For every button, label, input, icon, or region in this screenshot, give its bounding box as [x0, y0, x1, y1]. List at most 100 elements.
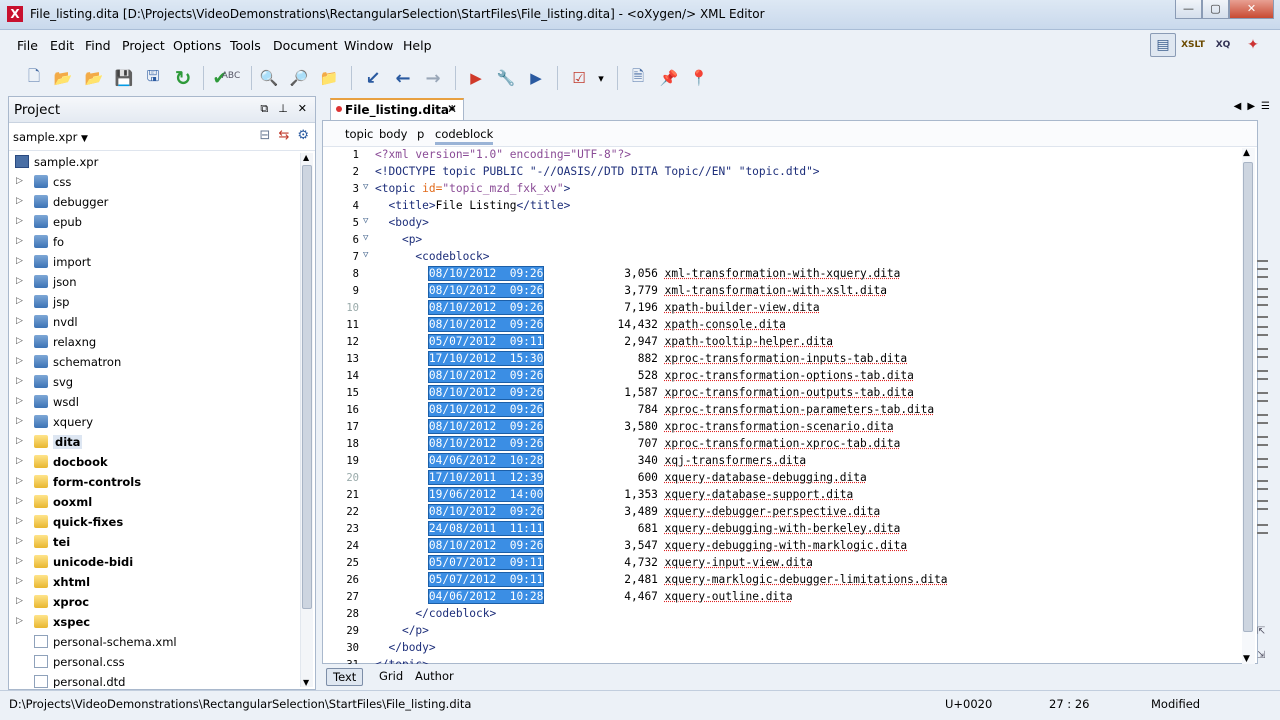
editor-perspective-icon[interactable]: ▤ [1150, 33, 1176, 57]
previous-tab-icon[interactable]: ◀ [1234, 101, 1242, 112]
code-line[interactable]: 3 ▽ <topic id="topic_mzd_fxk_xv"> [323, 182, 1243, 199]
collapse-all-icon[interactable]: ⊟ [260, 128, 271, 143]
dropdown-arrow-icon[interactable]: ▾ [594, 68, 608, 88]
rectangular-selection[interactable]: 04/06/2012 10:28 [427, 453, 545, 468]
configure-transformation-icon[interactable]: 🔧 [496, 68, 516, 88]
menu-document[interactable]: Document [273, 38, 338, 53]
code-line[interactable]: 24 08/10/2012 09:26 3,547 xquery-debuggi… [323, 538, 1243, 556]
tree-item[interactable]: ▷ ooxml [9, 492, 301, 512]
tree-item[interactable]: ▷ dita [9, 432, 301, 452]
tree-item[interactable]: ▷ docbook [9, 452, 301, 472]
scroll-down-arrow[interactable]: ▼ [1243, 654, 1250, 664]
tree-item[interactable]: ▷ tei [9, 532, 301, 552]
ruler-marker[interactable] [1257, 488, 1268, 490]
code-line[interactable]: 30 </body> [323, 641, 1243, 658]
save-all-icon[interactable]: 🖫 [143, 67, 163, 88]
breadcrumb-p[interactable]: p [417, 127, 424, 141]
code-line[interactable]: 12 05/07/2012 09:11 2,947 xpath-tooltip-… [323, 334, 1243, 352]
ruler-marker[interactable] [1257, 458, 1268, 460]
fold-toggle-icon[interactable]: ▽ [363, 233, 368, 243]
ruler-marker[interactable] [1257, 508, 1268, 510]
pin-panel-icon[interactable]: ⊥ [278, 102, 288, 116]
pin-green-icon[interactable]: 📍 [689, 68, 709, 88]
ruler-marker[interactable] [1257, 260, 1268, 262]
new-file-icon[interactable]: 🗋 [24, 67, 44, 88]
code-area[interactable]: 1 <?xml version="1.0" encoding="UTF-8"?> 2… [323, 148, 1243, 664]
rectangular-selection[interactable]: 17/10/2011 12:39 [427, 470, 545, 485]
tree-item[interactable]: ▷ quick-fixes [9, 512, 301, 532]
text-mode-tab[interactable]: Text [326, 668, 364, 686]
overview-arrow-icon[interactable]: ⇲ [1257, 650, 1265, 661]
tree-item[interactable]: ▷ xhtml [9, 572, 301, 592]
expand-arrow-icon[interactable]: ▷ [16, 216, 23, 226]
rectangular-selection[interactable]: 08/10/2012 09:26 [427, 300, 545, 315]
ruler-marker[interactable] [1257, 392, 1268, 394]
code-line[interactable]: 23 24/08/2011 11:11 681 xquery-debugging… [323, 521, 1243, 539]
menu-edit[interactable]: Edit [50, 38, 74, 53]
rectangular-selection[interactable]: 24/08/2011 11:11 [427, 521, 545, 536]
ruler-marker[interactable] [1257, 296, 1268, 298]
code-line[interactable]: 18 08/10/2012 09:26 707 xproc-transforma… [323, 436, 1243, 454]
ruler-marker[interactable] [1257, 356, 1268, 358]
find-in-files-icon[interactable]: 🔎 [289, 68, 309, 88]
link-with-editor-icon[interactable]: ⇆ [278, 128, 289, 143]
ruler-marker[interactable] [1257, 480, 1268, 482]
code-line[interactable]: 13 17/10/2012 15:30 882 xproc-transforma… [323, 351, 1243, 369]
expand-arrow-icon[interactable]: ▷ [16, 576, 23, 586]
fold-toggle-icon[interactable]: ▽ [363, 250, 368, 260]
tree-item[interactable]: personal.css [9, 652, 301, 672]
scroll-up-arrow[interactable]: ▲ [303, 153, 309, 162]
scroll-thumb[interactable] [302, 165, 312, 609]
minimize-button[interactable]: — [1175, 0, 1202, 19]
tab-list-icon[interactable]: ☰ [1261, 101, 1270, 112]
close-tab-icon[interactable]: ✕ [447, 102, 457, 116]
tree-item[interactable]: sample.xpr [9, 152, 301, 172]
ruler-marker[interactable] [1257, 370, 1268, 372]
ruler-marker[interactable] [1257, 334, 1268, 336]
maximize-button[interactable]: ▢ [1202, 0, 1229, 19]
editor-tab-file-listing[interactable]: File_listing.dita* ✕ [330, 98, 464, 120]
rectangular-selection[interactable]: 08/10/2012 09:26 [427, 419, 545, 434]
expand-arrow-icon[interactable]: ▷ [16, 536, 23, 546]
tree-item[interactable]: ▷ json [9, 272, 301, 292]
menu-options[interactable]: Options [173, 38, 221, 53]
xquery-debugger-perspective-icon[interactable]: XQ [1210, 33, 1236, 57]
code-line[interactable]: 14 08/10/2012 09:26 528 xproc-transforma… [323, 368, 1243, 386]
rectangular-selection[interactable]: 08/10/2012 09:26 [427, 402, 545, 417]
find-icon[interactable]: 🔍 [259, 68, 279, 88]
close-button[interactable]: ✕ [1229, 0, 1274, 19]
ruler-marker[interactable] [1257, 422, 1268, 424]
code-line[interactable]: 5 ▽ <body> [323, 216, 1243, 233]
database-perspective-icon[interactable]: ✦ [1240, 33, 1266, 57]
reload-icon[interactable]: ↻ [173, 66, 193, 90]
author-mode-tab[interactable]: Author [409, 668, 460, 686]
code-line[interactable]: 25 05/07/2012 09:11 4,732 xquery-input-v… [323, 555, 1243, 573]
rectangular-selection[interactable]: 04/06/2012 10:28 [427, 589, 545, 604]
tree-item[interactable]: ▷ unicode-bidi [9, 552, 301, 572]
menu-project[interactable]: Project [122, 38, 165, 53]
open-url-icon[interactable]: 📂 [84, 68, 104, 88]
ruler-marker[interactable] [1257, 532, 1268, 534]
tree-item[interactable]: ▷ svg [9, 372, 301, 392]
ruler-marker[interactable] [1257, 304, 1268, 306]
rectangular-selection[interactable]: 08/10/2012 09:26 [427, 266, 545, 281]
ruler-marker[interactable] [1257, 500, 1268, 502]
code-line[interactable]: 22 08/10/2012 09:26 3,489 xquery-debugge… [323, 504, 1243, 522]
go-to-icon[interactable]: ↙ [363, 68, 383, 89]
rectangular-selection[interactable]: 08/10/2012 09:26 [427, 504, 545, 519]
gear-icon[interactable]: ⚙ [297, 128, 309, 143]
tree-item[interactable]: ▷ xquery [9, 412, 301, 432]
code-line[interactable]: 8 08/10/2012 09:26 3,056 xml-transformat… [323, 266, 1243, 284]
code-line[interactable]: 26 05/07/2012 09:11 2,481 xquery-marklog… [323, 572, 1243, 590]
document-icon[interactable]: 🗎 [628, 67, 648, 88]
code-line[interactable]: 20 17/10/2011 12:39 600 xquery-database-… [323, 470, 1243, 488]
back-icon[interactable]: ← [393, 68, 413, 89]
expand-arrow-icon[interactable]: ▷ [16, 316, 23, 326]
expand-arrow-icon[interactable]: ▷ [16, 436, 23, 446]
tree-item[interactable]: ▷ xproc [9, 592, 301, 612]
code-line[interactable]: 19 04/06/2012 10:28 340 xqj-transformers… [323, 453, 1243, 471]
fold-toggle-icon[interactable]: ▽ [363, 182, 368, 192]
tree-item[interactable]: ▷ css [9, 172, 301, 192]
expand-arrow-icon[interactable]: ▷ [16, 356, 23, 366]
tree-item[interactable]: ▷ wsdl [9, 392, 301, 412]
